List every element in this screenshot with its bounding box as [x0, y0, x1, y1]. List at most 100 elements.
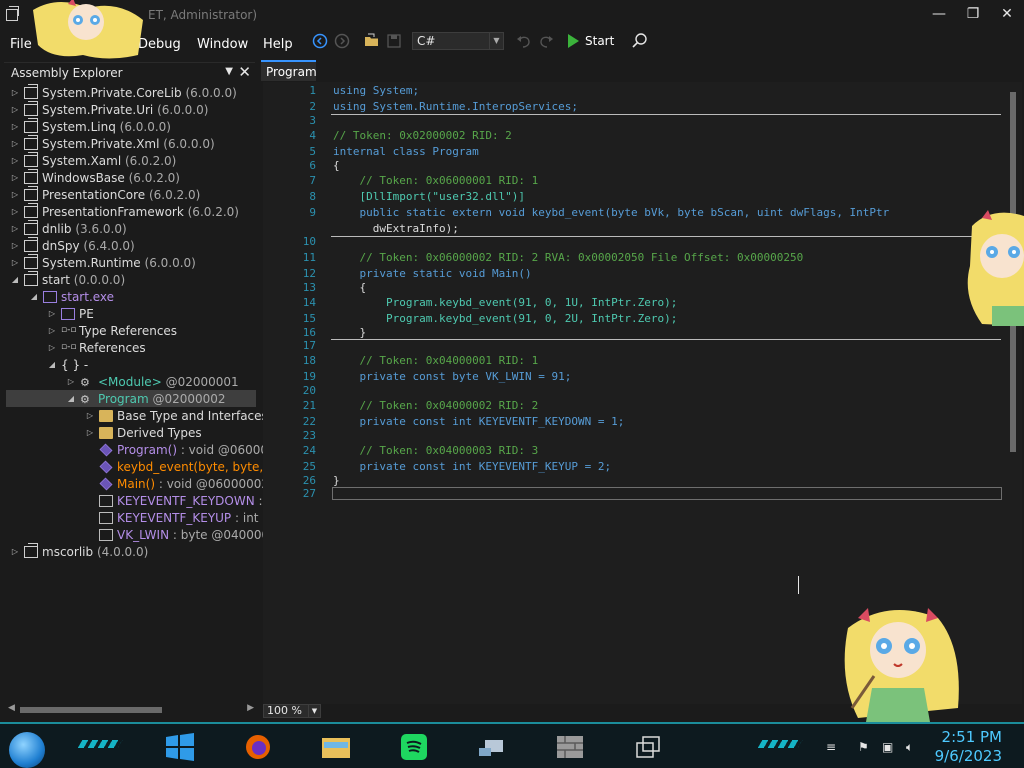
tree-node[interactable]: ▷ System.Private.Xml (6.0.0.0)	[10, 134, 215, 152]
tree-node[interactable]: KEYEVENTF_KEYUP : int @	[95, 509, 274, 526]
tree-node[interactable]: ▷ System.Linq (6.0.0.0)	[10, 117, 171, 135]
expand-arrow-icon[interactable]: ▷	[10, 173, 20, 182]
windows-logo-icon[interactable]	[160, 732, 200, 762]
tree-node[interactable]: ▷ System.Private.CoreLib (6.0.0.0)	[10, 83, 237, 101]
expand-arrow-icon[interactable]: ▷	[10, 547, 20, 556]
expand-arrow-icon[interactable]: ▷	[47, 343, 57, 352]
zoom-select[interactable]: 100 % ▼	[263, 704, 321, 718]
minimize-button[interactable]: —	[926, 4, 952, 24]
expand-arrow-icon[interactable]: ▷	[85, 428, 95, 437]
tree-node[interactable]: Main() : void @06000002	[95, 475, 269, 492]
chevron-down-icon: ▼	[308, 705, 320, 717]
tree-node[interactable]: ◢ start (0.0.0.0)	[10, 270, 126, 288]
constant-icon	[99, 511, 113, 524]
line-number: 3	[309, 114, 316, 127]
firefox-icon[interactable]	[238, 732, 278, 762]
show-hidden-icons-icon[interactable]: ≡	[826, 740, 840, 754]
navigate-back-icon[interactable]	[310, 31, 330, 51]
expand-arrow-icon[interactable]: ▷	[10, 88, 20, 97]
tree-node-label: WindowsBase	[42, 170, 125, 185]
expand-arrow-icon[interactable]: ▷	[10, 190, 20, 199]
tree-node[interactable]: ▷ System.Xaml (6.0.2.0)	[10, 151, 176, 169]
expand-arrow-icon[interactable]: ▷	[47, 326, 57, 335]
tree-node[interactable]: ▷ dnlib (3.6.0.0)	[10, 219, 127, 237]
file-explorer-icon[interactable]	[316, 732, 356, 762]
tree-node[interactable]: ▷ ▫-▫ Type References	[47, 322, 177, 339]
tree-node[interactable]: ▷ System.Private.Uri (6.0.0.0)	[10, 100, 208, 118]
tree-node[interactable]: KEYEVENTF_KEYDOWN :	[95, 492, 263, 509]
tree-node[interactable]: ▷ mscorlib (4.0.0.0)	[10, 542, 148, 560]
tree-node-selected[interactable]: ◢ ⚙ Program @02000002	[6, 390, 256, 407]
start-debug-button[interactable]: Start	[568, 32, 614, 50]
expand-arrow-icon[interactable]: ▷	[10, 258, 20, 267]
search-icon[interactable]	[630, 31, 650, 51]
expand-arrow-icon[interactable]: ▷	[10, 241, 20, 250]
save-icon[interactable]	[384, 31, 404, 51]
code-line: }	[333, 474, 340, 487]
system-clock[interactable]: 2:51 PM 9/6/2023	[935, 728, 1002, 766]
tree-node-meta: @02000002	[152, 391, 226, 406]
tree-node[interactable]: ▷ PresentationCore (6.0.2.0)	[10, 185, 200, 203]
tree-node[interactable]: ▷ PE	[47, 305, 94, 322]
tree-node[interactable]: ▷ ⚙ <Module> @02000001	[66, 373, 239, 390]
tree-node[interactable]: ▷ ▫-▫ References	[47, 339, 146, 356]
dnspy-window-icon[interactable]	[628, 732, 668, 762]
tree-node[interactable]: VK_LWIN : byte @0400000	[95, 526, 277, 543]
tree-node-label: Main()	[117, 476, 156, 491]
maximize-button[interactable]: ❐	[960, 4, 986, 24]
collapse-arrow-icon[interactable]: ◢	[47, 360, 57, 369]
expand-arrow-icon[interactable]: ▷	[10, 105, 20, 114]
tree-node[interactable]: Program() : void @060000	[95, 441, 276, 458]
navigate-forward-icon[interactable]	[332, 31, 352, 51]
tree-node-meta: : void @06000002	[158, 476, 269, 491]
tree-node[interactable]: ▷ Derived Types	[85, 424, 202, 441]
collapse-arrow-icon[interactable]: ◢	[66, 394, 76, 403]
collapse-arrow-icon[interactable]: ◢	[10, 275, 20, 284]
network-icon[interactable]: ▣	[882, 740, 896, 754]
menu-window[interactable]: Window	[197, 37, 248, 52]
expand-arrow-icon[interactable]: ▷	[47, 309, 57, 318]
expand-arrow-icon[interactable]: ▷	[10, 122, 20, 131]
start-orb-button[interactable]	[9, 732, 45, 768]
expand-arrow-icon[interactable]: ▷	[10, 207, 20, 216]
close-button[interactable]: ✕	[994, 4, 1020, 24]
tree-node[interactable]: ▷ System.Runtime (6.0.0.0)	[10, 253, 196, 271]
tab-program[interactable]: Program	[261, 60, 317, 81]
scrollbar-thumb[interactable]	[20, 707, 162, 713]
code-line: private const byte VK_LWIN = 91;	[333, 370, 572, 383]
expand-arrow-icon[interactable]: ▷	[10, 156, 20, 165]
expand-arrow-icon[interactable]: ▷	[10, 139, 20, 148]
line-number: 4	[309, 129, 316, 142]
tree-node[interactable]: ▷ dnSpy (6.4.0.0)	[10, 236, 135, 254]
panel-menu-chevron-icon[interactable]: ▼	[225, 66, 233, 77]
tree-node-label: Program()	[117, 442, 177, 457]
open-folder-icon[interactable]	[362, 31, 382, 51]
expand-arrow-icon[interactable]: ▷	[10, 224, 20, 233]
assembly-icon	[24, 117, 38, 133]
tree-node-meta: (0.0.0.0)	[73, 272, 126, 287]
collapse-arrow-icon[interactable]: ◢	[29, 292, 39, 301]
undo-icon[interactable]	[514, 31, 534, 51]
menu-help[interactable]: Help	[263, 37, 293, 52]
network-app-icon[interactable]	[472, 732, 512, 762]
explorer-horizontal-scrollbar[interactable]: ◀ ▶	[6, 703, 256, 716]
scroll-left-icon[interactable]: ◀	[8, 703, 15, 713]
expand-arrow-icon[interactable]: ▷	[66, 377, 76, 386]
tree-node[interactable]: ▷ PresentationFramework (6.0.2.0)	[10, 202, 239, 220]
redo-icon[interactable]	[536, 31, 556, 51]
tree-node[interactable]: ◢ start.exe	[29, 288, 114, 305]
editor-vertical-scrollbar[interactable]	[1007, 82, 1019, 704]
language-select[interactable]: C# ▼	[412, 32, 504, 50]
assembly-icon	[24, 202, 38, 218]
tree-node[interactable]: ▷ WindowsBase (6.0.2.0)	[10, 168, 180, 186]
volume-icon[interactable]: 🔈︎	[906, 740, 920, 754]
action-center-flag-icon[interactable]: ⚑	[858, 740, 872, 754]
close-panel-icon[interactable]: ✕	[238, 63, 251, 81]
expand-arrow-icon[interactable]: ▷	[85, 411, 95, 420]
tree-node[interactable]: ▷ Base Type and Interfaces	[85, 407, 268, 424]
firewall-icon[interactable]	[550, 732, 590, 762]
scroll-right-icon[interactable]: ▶	[247, 703, 254, 713]
tree-node[interactable]: keybd_event(byte, byte, u	[95, 458, 275, 475]
tree-node[interactable]: ◢ { } -	[47, 356, 88, 373]
spotify-icon[interactable]	[394, 732, 434, 762]
